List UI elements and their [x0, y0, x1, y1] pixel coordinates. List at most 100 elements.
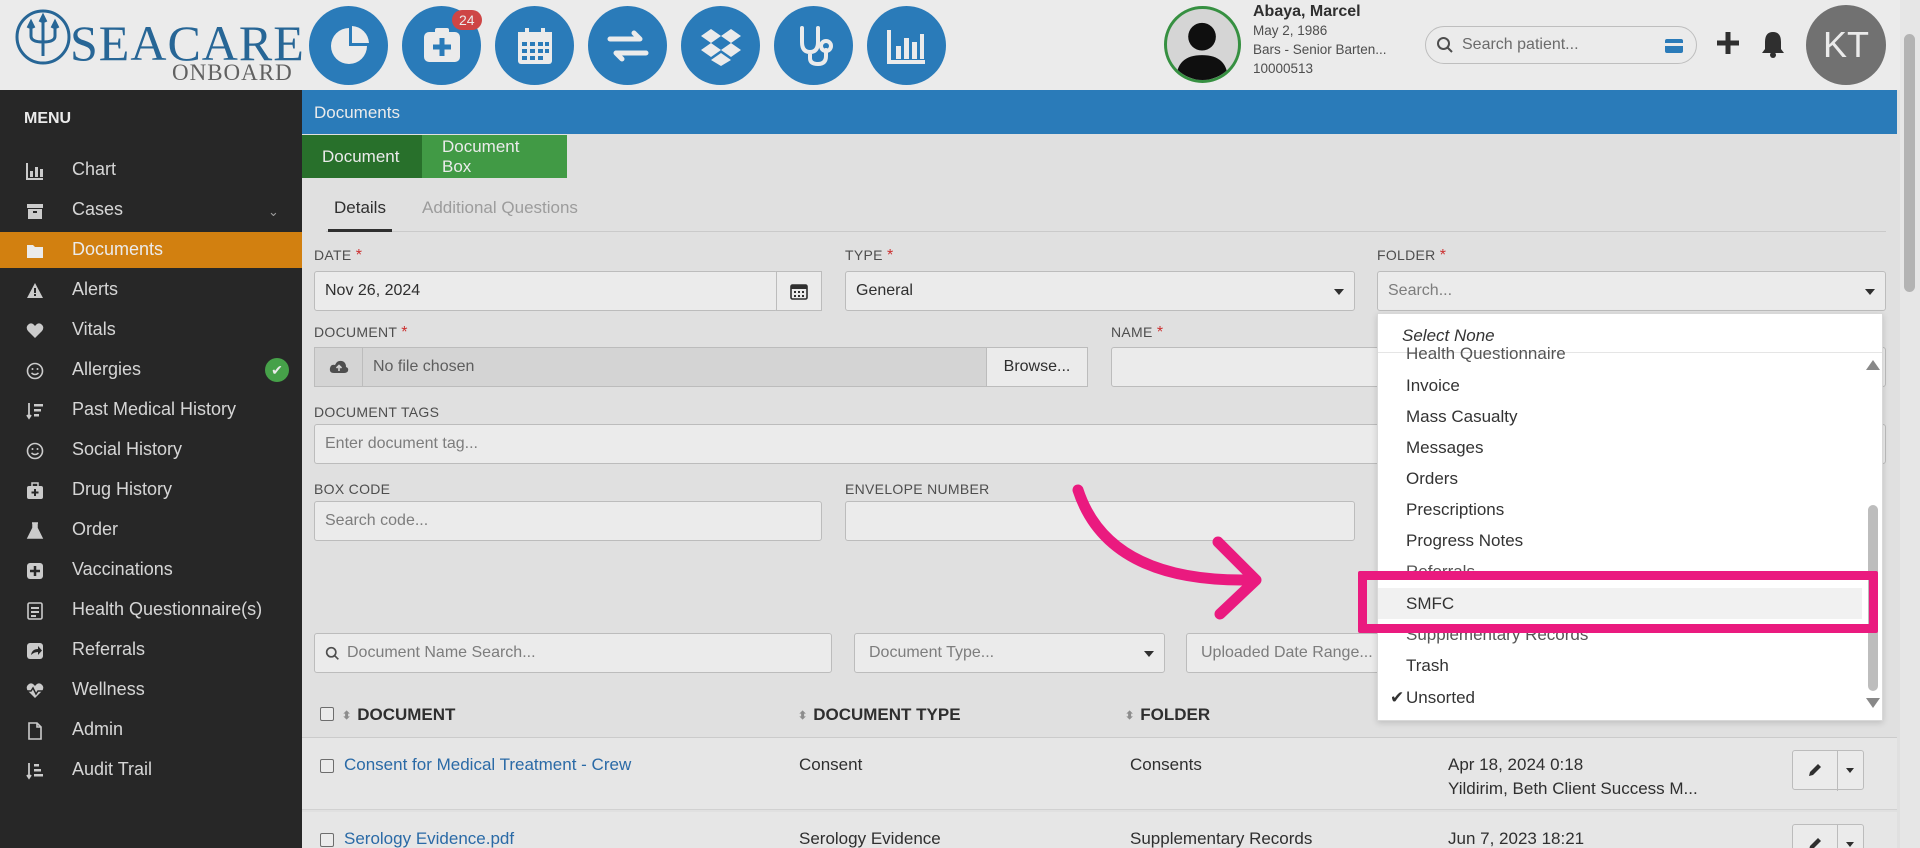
sidebar-item-referrals[interactable]: Referrals [0, 632, 302, 668]
select-none-option[interactable]: Select None [1402, 326, 1495, 346]
heartbeat-icon [26, 683, 44, 698]
share-square-icon [27, 643, 43, 659]
sidebar-item-cases[interactable]: Cases ⌄ [0, 192, 302, 228]
document-link[interactable]: Serology Evidence.pdf [344, 829, 514, 848]
pie-chart-icon [330, 25, 369, 64]
subtab-details[interactable]: Details [328, 198, 392, 232]
box-code-label: BOX CODE [314, 481, 391, 497]
browse-button[interactable]: Browse... [986, 347, 1088, 387]
patient-search-input[interactable] [1462, 33, 1652, 57]
folder-option[interactable]: Messages [1406, 438, 1483, 458]
document-label: DOCUMENT * [314, 324, 408, 341]
sidebar-item-alerts[interactable]: Alerts [0, 272, 302, 308]
document-link[interactable]: Consent for Medical Treatment - Crew [344, 755, 631, 775]
folder-dropdown: Select None Health Questionnaire Invoice… [1377, 313, 1883, 721]
document-type-cell: Consent [799, 755, 863, 774]
sidebar-item-label: Social History [72, 439, 183, 459]
flask-icon [26, 522, 44, 539]
date-field[interactable]: Nov 26, 2024 [314, 271, 778, 311]
folder-option[interactable]: Mass Casualty [1406, 407, 1517, 427]
dropbox-button[interactable] [681, 6, 760, 85]
folder-option[interactable]: Orders [1406, 469, 1458, 489]
new-encounter-button[interactable]: 24 [402, 6, 482, 85]
logo-sub: ONBOARD [172, 60, 293, 85]
patient-avatar[interactable] [1164, 6, 1241, 83]
subtab-additional-questions[interactable]: Additional Questions [422, 198, 578, 218]
stethoscope-button[interactable] [774, 6, 853, 85]
calendar-icon [790, 284, 808, 300]
calendar-button[interactable] [495, 6, 574, 85]
transfer-button[interactable] [588, 6, 667, 85]
table-row: Serology Evidence.pdf Serology Evidence … [302, 812, 1897, 848]
sidebar-item-admin[interactable]: Admin [0, 712, 302, 748]
row-checkbox[interactable] [320, 759, 334, 773]
tab-document[interactable]: Document [302, 135, 422, 178]
sidebar-item-label: Vaccinations [72, 559, 173, 579]
sidebar-item-allergies[interactable]: Allergies ✔ [0, 352, 302, 388]
id-card-icon [1665, 39, 1683, 53]
sidebar-item-documents[interactable]: Documents [0, 232, 302, 268]
sidebar-item-chart[interactable]: Chart [0, 152, 302, 188]
divider [1837, 825, 1838, 848]
type-select[interactable]: General [845, 271, 1355, 311]
sidebar-item-vaccinations[interactable]: Vaccinations [0, 552, 302, 588]
sidebar-item-label: Audit Trail [72, 759, 153, 779]
sidebar-item-label: Past Medical History [72, 399, 237, 419]
row-actions[interactable] [1792, 750, 1864, 791]
pencil-icon [1809, 764, 1821, 776]
top-bar: SEACARE ONBOARD 24 Abaya, Marcel May 2, … [0, 0, 1920, 90]
sidebar-item-health-questionnaires[interactable]: Health Questionnaire(s) [0, 592, 302, 628]
dropdown-scrollbar[interactable] [1866, 360, 1880, 708]
select-all-checkbox[interactable] [320, 707, 334, 721]
row-actions[interactable] [1792, 824, 1864, 848]
scroll-down-icon[interactable] [1866, 698, 1880, 708]
row-checkbox[interactable] [320, 833, 334, 847]
sidebar-item-vitals[interactable]: Vitals [0, 312, 302, 348]
page-scrollbar[interactable] [1900, 0, 1920, 848]
dashboard-button[interactable] [309, 6, 388, 85]
folder-option[interactable]: Trash [1406, 656, 1449, 676]
document-type-filter[interactable]: Document Type... [854, 633, 1165, 673]
sidebar-item-drug-history[interactable]: Drug History [0, 472, 302, 508]
tab-document-box[interactable]: Document Box [422, 135, 567, 178]
calendar-picker-button[interactable] [776, 271, 822, 311]
user-avatar[interactable]: KT [1806, 5, 1886, 85]
folder-option[interactable]: Prescriptions [1406, 500, 1504, 520]
folder-label: FOLDER * [1377, 247, 1447, 264]
reports-button[interactable] [867, 6, 946, 85]
sidebar-item-social-history[interactable]: Social History [0, 432, 302, 468]
column-document[interactable]: ⬍ DOCUMENT [342, 705, 455, 725]
scrollbar-thumb[interactable] [1904, 34, 1915, 292]
sidebar-item-wellness[interactable]: Wellness [0, 672, 302, 708]
add-plus-icon[interactable] [1715, 30, 1741, 56]
caret-down-icon [1334, 289, 1344, 295]
column-folder[interactable]: ⬍ FOLDER [1125, 705, 1210, 725]
scroll-up-icon[interactable] [1866, 360, 1880, 370]
bar-chart-icon [886, 29, 925, 64]
sidebar-item-audit-trail[interactable]: Audit Trail [0, 752, 302, 788]
plus-square-icon [27, 563, 43, 579]
patient-search[interactable] [1425, 26, 1697, 64]
sidebar-item-label: Allergies [72, 359, 142, 379]
folder-option[interactable]: Invoice [1406, 376, 1460, 396]
smiley-icon [26, 362, 44, 380]
upload-button[interactable] [314, 347, 364, 387]
sidebar: MENU Chart Cases ⌄ Documents Alerts Vita… [0, 90, 302, 848]
seacare-logo[interactable]: SEACARE ONBOARD [14, 8, 304, 85]
sidebar-item-label: Documents [72, 239, 164, 259]
file-name-display: No file chosen [362, 347, 989, 387]
sort-icon: ⬍ [798, 710, 808, 723]
smiley-icon [26, 442, 44, 460]
sidebar-item-order[interactable]: Order [0, 512, 302, 548]
highlight-annotation-box [1358, 571, 1878, 633]
folder-select[interactable]: Search... [1377, 271, 1886, 311]
document-name-search[interactable]: Document Name Search... [314, 633, 832, 673]
folder-option-selected[interactable]: ✔ Unsorted [1390, 688, 1475, 708]
sidebar-item-past-medical-history[interactable]: Past Medical History [0, 392, 302, 428]
folder-option[interactable]: Progress Notes [1406, 531, 1523, 551]
patient-dob: May 2, 1986 [1253, 23, 1328, 38]
box-code-input[interactable]: Search code... [314, 501, 822, 541]
folder-option[interactable]: Health Questionnaire [1406, 344, 1566, 364]
bell-icon[interactable] [1760, 30, 1786, 58]
column-document-type[interactable]: ⬍ DOCUMENT TYPE [798, 705, 961, 725]
